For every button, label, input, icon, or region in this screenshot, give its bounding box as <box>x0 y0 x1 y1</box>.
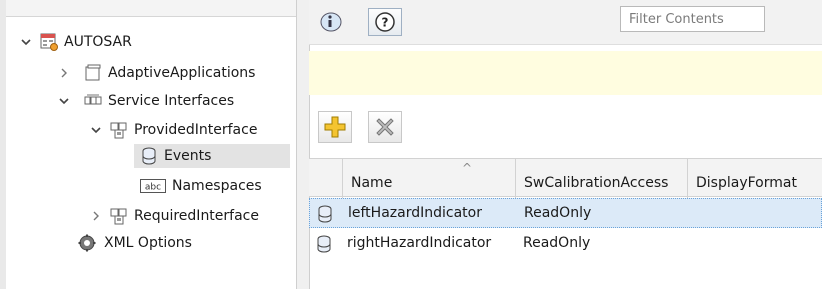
autosar-package-icon <box>40 33 58 51</box>
help-button[interactable]: ? <box>368 8 402 36</box>
tree-node-required-interface[interactable]: RequiredInterface <box>88 204 259 228</box>
tree-node-label: AdaptiveApplications <box>108 65 256 81</box>
service-interfaces-icon <box>84 92 102 110</box>
tree-node-service-interfaces[interactable]: Service Interfaces <box>56 89 234 113</box>
table-header: ^ Name SwCalibrationAccess DisplayFormat <box>309 158 822 198</box>
database-icon <box>317 235 331 253</box>
tree-node-events[interactable]: Events <box>134 144 290 168</box>
events-table: ^ Name SwCalibrationAccess DisplayFormat… <box>309 158 822 289</box>
column-header-swcalibrationaccess[interactable]: SwCalibrationAccess <box>516 159 688 198</box>
database-icon <box>318 205 332 223</box>
tree-node-autosar[interactable]: AUTOSAR <box>18 30 132 54</box>
svg-text:?: ? <box>382 16 389 30</box>
chevron-down-icon[interactable] <box>88 122 104 138</box>
cell-swcalibrationaccess[interactable]: ReadOnly <box>524 205 591 221</box>
info-bar <box>309 51 822 95</box>
svg-text:abc: abc <box>145 183 161 193</box>
add-button[interactable] <box>318 111 352 143</box>
tree-node-label: ProvidedInterface <box>134 122 258 138</box>
cell-name[interactable]: rightHazardIndicator <box>347 235 491 251</box>
cell-name[interactable]: leftHazardIndicator <box>348 205 482 221</box>
info-icon[interactable] <box>316 8 346 36</box>
chevron-down-icon[interactable] <box>56 93 72 109</box>
column-header-displayformat[interactable]: DisplayFormat <box>688 159 822 198</box>
delete-icon <box>376 118 394 136</box>
tree-node-label: AUTOSAR <box>64 34 132 50</box>
delete-button[interactable] <box>368 111 402 143</box>
tree-node-label: Namespaces <box>172 178 262 194</box>
tree-node-label: RequiredInterface <box>134 208 259 224</box>
cell-swcalibrationaccess[interactable]: ReadOnly <box>523 235 590 251</box>
tree-node-label: Events <box>164 148 212 164</box>
tree-node-namespaces[interactable]: abc Namespaces <box>140 174 262 198</box>
tree-node-provided-interface[interactable]: ProvidedInterface <box>88 118 257 142</box>
add-icon <box>324 116 346 138</box>
column-header-name[interactable]: ^ Name <box>343 159 516 198</box>
interface-icon <box>110 121 128 139</box>
tree-node-label: XML Options <box>104 235 192 251</box>
sort-ascending-icon: ^ <box>462 161 473 175</box>
filter-input[interactable] <box>620 6 765 32</box>
folder-icon <box>84 64 102 82</box>
gear-icon <box>78 234 96 252</box>
tree-node-adaptive-applications[interactable]: AdaptiveApplications <box>56 61 255 85</box>
tree-node-label: Service Interfaces <box>108 93 235 109</box>
tree-panel: AUTOSAR AdaptiveApplications Service Int… <box>6 17 296 289</box>
chevron-right-icon[interactable] <box>88 208 104 224</box>
help-icon: ? <box>375 12 395 32</box>
abc-text-icon: abc <box>140 177 166 195</box>
interface-icon <box>110 207 128 225</box>
chevron-right-icon[interactable] <box>56 65 72 81</box>
chevron-down-icon[interactable] <box>18 34 34 50</box>
tree-node-xml-options[interactable]: XML Options <box>78 231 192 255</box>
table-row[interactable]: rightHazardIndicator ReadOnly <box>309 229 822 259</box>
panel-splitter[interactable] <box>296 0 310 289</box>
table-row[interactable]: leftHazardIndicator ReadOnly <box>309 198 822 228</box>
tree-header <box>6 0 296 17</box>
column-header-icon <box>309 159 343 198</box>
database-icon <box>140 147 158 165</box>
